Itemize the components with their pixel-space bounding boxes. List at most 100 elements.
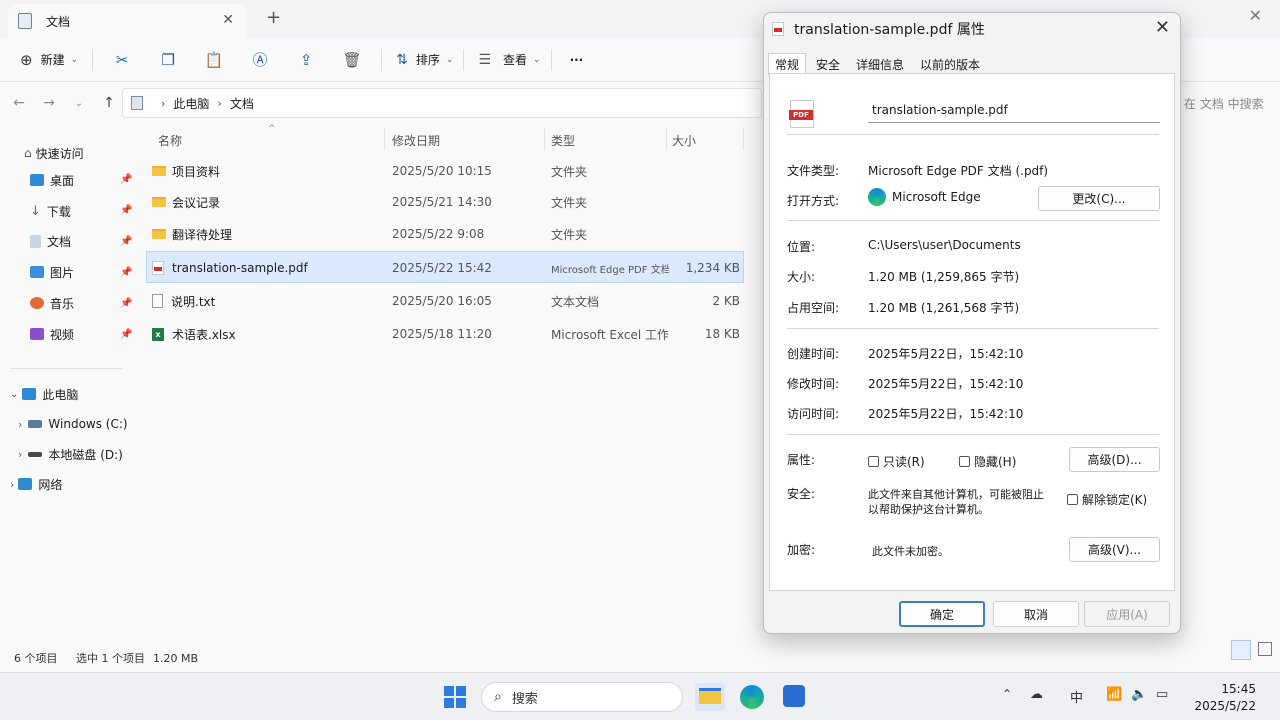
file-row[interactable]: 会议记录 2025/5/21 14:30 文件夹 bbox=[146, 186, 744, 218]
paste-icon[interactable]: 📋 bbox=[191, 45, 237, 75]
window-close-icon[interactable]: ✕ bbox=[1249, 6, 1262, 25]
search-input[interactable]: 在 文档 中搜索 bbox=[1180, 88, 1280, 118]
plus-circle-icon: ⊕ bbox=[20, 50, 33, 69]
file-name-field[interactable]: translation-sample.pdf bbox=[868, 97, 1160, 123]
sidebar-item-drive-c[interactable]: › Windows (C:) bbox=[18, 413, 128, 435]
encryption-label: 加密: bbox=[787, 543, 816, 557]
details-view-icon[interactable] bbox=[1231, 640, 1251, 660]
taskbar-search-input[interactable]: ⌕ 搜索 bbox=[481, 682, 683, 712]
tab-documents[interactable]: 文档 ✕ bbox=[8, 4, 246, 38]
file-row-selected[interactable]: translation-sample.pdf 2025/5/22 15:42 M… bbox=[146, 251, 744, 283]
sidebar-item-this-pc[interactable]: ⌄ 此电脑 bbox=[10, 383, 78, 405]
sidebar-item-downloads[interactable]: ↓ 下载 bbox=[30, 200, 71, 222]
ime-indicator[interactable]: 中 bbox=[1070, 687, 1083, 706]
file-row[interactable]: x 术语表.xlsx 2025/5/18 11:20 Microsoft Exc… bbox=[146, 318, 744, 350]
tab-general[interactable]: 常规 bbox=[768, 53, 807, 75]
folder-icon bbox=[699, 688, 721, 704]
tab-security[interactable]: 安全 bbox=[810, 53, 846, 75]
excel-file-icon: x bbox=[152, 327, 164, 341]
change-button[interactable]: 更改(C)... bbox=[1038, 186, 1160, 211]
location-value: C:\Users\user\Documents bbox=[868, 238, 1021, 252]
breadcrumb-documents[interactable]: 文档 bbox=[230, 95, 254, 112]
pictures-icon bbox=[30, 266, 44, 278]
column-divider[interactable] bbox=[743, 128, 744, 150]
file-type: 文件夹 bbox=[551, 164, 588, 179]
sidebar-item-network[interactable]: › 网络 bbox=[10, 473, 62, 495]
clock[interactable]: 15:45 2025/5/22 bbox=[1190, 681, 1256, 715]
more-options-button[interactable]: ··· bbox=[570, 45, 584, 75]
battery-icon[interactable]: ▭ bbox=[1156, 687, 1168, 702]
security-label: 安全: bbox=[787, 487, 816, 501]
recent-locations-icon[interactable]: ⌄ bbox=[64, 98, 94, 109]
file-row[interactable]: 项目资料 2025/5/20 10:15 文件夹 bbox=[146, 155, 744, 187]
pin-icon: 📌 bbox=[120, 236, 133, 247]
column-divider[interactable] bbox=[384, 128, 385, 150]
clock-date: 2025/5/22 bbox=[1194, 699, 1256, 713]
new-button[interactable]: ⊕ 新建 ⌄ bbox=[20, 45, 78, 75]
ok-button[interactable]: 确定 bbox=[899, 601, 985, 627]
sidebar-item-documents[interactable]: 文档 bbox=[30, 230, 71, 252]
toolbar-divider bbox=[92, 48, 94, 71]
file-explorer-app-icon[interactable] bbox=[695, 683, 725, 711]
sidebar-item-label: 文档 bbox=[47, 234, 72, 249]
tiles-view-icon[interactable] bbox=[1258, 642, 1272, 656]
file-row[interactable]: 翻译待处理 2025/5/22 9:08 文件夹 bbox=[146, 218, 744, 250]
share-icon[interactable]: ⇪ bbox=[283, 45, 329, 75]
unblock-checkbox[interactable]: 解除锁定(K) bbox=[1067, 491, 1147, 508]
sidebar-item-pictures[interactable]: 图片 bbox=[30, 261, 74, 283]
tab-details[interactable]: 详细信息 bbox=[850, 53, 910, 75]
sort-button[interactable]: ⇅ 排序 ⌄ bbox=[396, 45, 453, 75]
cancel-button[interactable]: 取消 bbox=[993, 601, 1079, 627]
file-row[interactable]: 说明.txt 2025/5/20 16:05 文本文档 2 KB bbox=[146, 285, 744, 317]
tab-previous-versions[interactable]: 以前的版本 bbox=[914, 53, 986, 75]
edge-app-icon[interactable] bbox=[740, 685, 764, 709]
folder-icon bbox=[152, 166, 166, 176]
view-button[interactable]: ☰ 查看 ⌄ bbox=[478, 45, 540, 75]
sidebar-item-videos[interactable]: 视频 bbox=[30, 323, 74, 345]
apply-button[interactable]: 应用(A) bbox=[1084, 601, 1170, 627]
column-header-name[interactable]: 名称 bbox=[158, 126, 182, 154]
dialog-close-icon[interactable]: ✕ bbox=[1155, 17, 1170, 38]
cloud-icon[interactable]: ☁ bbox=[1030, 687, 1043, 702]
hidden-checkbox[interactable]: 隐藏(H) bbox=[959, 453, 1016, 470]
toolbar-divider bbox=[550, 48, 552, 71]
column-header-size[interactable]: 大小 bbox=[672, 126, 696, 154]
copy-icon[interactable]: ❐ bbox=[145, 45, 191, 75]
sidebar-item-music[interactable]: 音乐 bbox=[30, 292, 74, 314]
show-hidden-icons-icon[interactable]: ⌃ bbox=[1002, 687, 1012, 701]
column-header-date[interactable]: 修改日期 bbox=[392, 126, 440, 154]
sidebar-item-desktop[interactable]: 桌面 bbox=[30, 169, 74, 191]
start-icon[interactable] bbox=[444, 686, 466, 708]
view-icon: ☰ bbox=[478, 51, 491, 68]
file-type: Microsoft Edge PDF 文档 bbox=[551, 264, 669, 276]
sort-icon: ⇅ bbox=[396, 51, 408, 68]
forward-icon[interactable]: → bbox=[34, 95, 64, 111]
close-tab-icon[interactable]: ✕ bbox=[222, 12, 234, 28]
new-tab-icon[interactable]: + bbox=[266, 7, 281, 28]
rename-icon[interactable]: Ⓐ bbox=[237, 45, 283, 75]
column-divider[interactable] bbox=[666, 128, 667, 150]
file-type: Microsoft Excel 工作表 bbox=[551, 327, 668, 342]
status-bar: 6 个项目 选中 1 个项目 1.20 MB bbox=[0, 640, 1280, 668]
delete-icon[interactable]: 🗑 bbox=[329, 45, 375, 75]
back-icon[interactable]: ← bbox=[4, 95, 34, 111]
column-header-type[interactable]: 类型 bbox=[551, 126, 575, 154]
sidebar-item-drive-d[interactable]: › 本地磁盘 (D:) bbox=[18, 443, 123, 465]
volume-icon[interactable]: 🔈 bbox=[1131, 687, 1147, 702]
cut-icon[interactable]: ✂ bbox=[99, 45, 145, 75]
column-divider[interactable] bbox=[544, 128, 545, 150]
up-icon[interactable]: ↑ bbox=[94, 95, 124, 111]
size-on-disk-label: 占用空间: bbox=[787, 301, 840, 315]
download-icon: ↓ bbox=[30, 203, 41, 219]
advanced-attributes-button[interactable]: 高级(D)... bbox=[1069, 447, 1160, 472]
modified-label: 修改时间: bbox=[787, 377, 840, 391]
store-app-icon[interactable] bbox=[783, 685, 805, 707]
readonly-checkbox[interactable]: 只读(R) bbox=[868, 453, 925, 470]
sidebar-item-quick-access[interactable]: ⌂ 快速访问 bbox=[24, 142, 84, 164]
breadcrumb-this-pc[interactable]: 此电脑 bbox=[173, 95, 209, 112]
wifi-icon[interactable]: 📶 bbox=[1106, 687, 1122, 702]
address-bar[interactable]: › 此电脑 › 文档 bbox=[122, 88, 762, 118]
advanced-encryption-button[interactable]: 高级(V)... bbox=[1069, 537, 1160, 562]
file-type: 文件夹 bbox=[551, 227, 588, 242]
clock-time: 15:45 bbox=[1221, 682, 1256, 696]
